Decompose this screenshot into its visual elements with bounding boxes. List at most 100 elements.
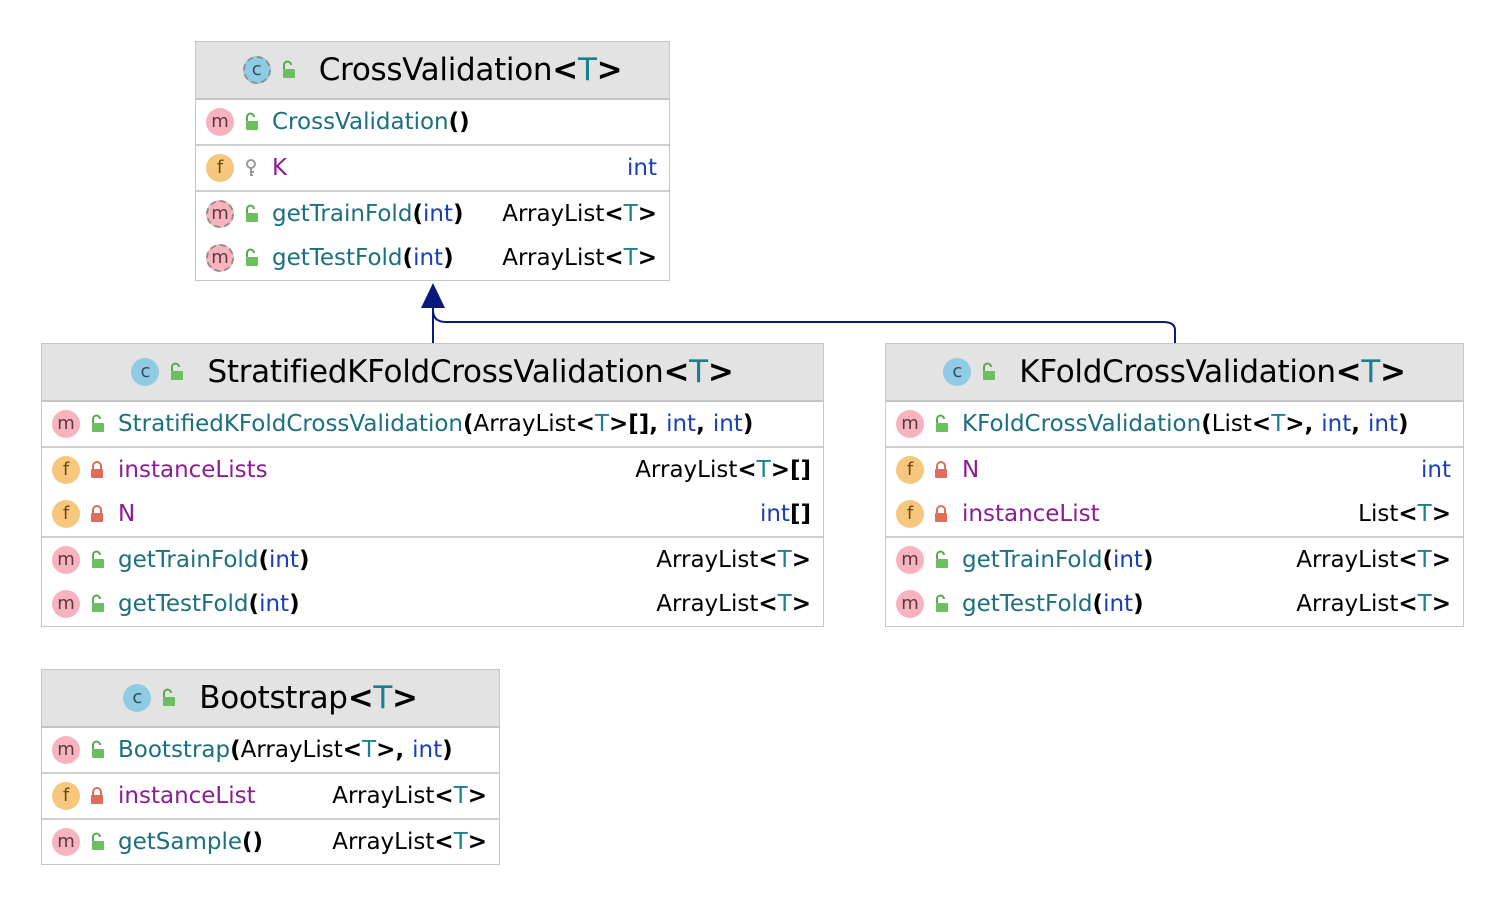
type-parameter: T <box>689 354 708 390</box>
method-icon: m <box>206 108 234 136</box>
method-row[interactable]: m getTestFold(int) ArrayList<T> <box>196 236 669 280</box>
method-row[interactable]: m KFoldCrossValidation(List<T>, int, int) <box>886 402 1463 446</box>
field-row[interactable]: f Kint <box>196 146 669 190</box>
member-parameters: (ArrayList<T>[], int, int) <box>463 411 754 437</box>
method-icon: m <box>52 736 80 764</box>
member-parameters: (List<T>, int, int) <box>1201 411 1409 437</box>
method-row[interactable]: m getTestFold(int) ArrayList<T> <box>42 582 823 626</box>
field-section: f instanceLists ArrayList<T>[] f Nint[] <box>42 448 823 538</box>
member-name: CrossValidation <box>272 109 449 135</box>
member-type: ArrayList<T>[] <box>635 457 811 483</box>
member-parameters: (ArrayList<T>, int) <box>230 737 453 763</box>
member-parameters: (int) <box>1102 547 1154 573</box>
class-header[interactable]: c Bootstrap<T> <box>42 670 499 728</box>
constructor-section: m CrossValidation() <box>196 100 669 146</box>
class-header[interactable]: c KFoldCrossValidation<T> <box>886 344 1463 402</box>
member-parameters: (int) <box>248 591 300 617</box>
visibility-icon <box>932 460 950 480</box>
method-row[interactable]: m StratifiedKFoldCrossValidation(ArrayLis… <box>42 402 823 446</box>
public-unlock-icon <box>92 740 104 758</box>
class-icon: c <box>943 358 972 386</box>
visibility-icon <box>242 204 260 224</box>
member-name: getTrainFold <box>272 201 413 227</box>
visibility-icon <box>88 550 106 570</box>
public-unlock-icon <box>246 204 258 222</box>
field-icon: f <box>206 154 234 182</box>
member-parameters: () <box>242 829 264 855</box>
method-icon: m <box>896 546 924 574</box>
field-section: f Kint <box>196 146 669 192</box>
field-row[interactable]: f instanceList List<T> <box>886 492 1463 536</box>
member-name: getTrainFold <box>118 547 259 573</box>
visibility-icon <box>88 414 106 434</box>
type-parameter: T <box>1361 354 1380 390</box>
method-icon: m <box>52 590 80 618</box>
class-title: StratifiedKFoldCrossValidation<T> <box>207 354 734 390</box>
public-unlock-icon <box>92 414 104 432</box>
public-unlock-icon <box>282 60 295 78</box>
visibility-icon <box>979 362 997 382</box>
member-signature: instanceLists <box>118 457 635 483</box>
member-signature: Bootstrap(ArrayList<T>, int) <box>118 737 487 763</box>
public-unlock-icon <box>92 550 104 568</box>
member-name: N <box>118 501 136 527</box>
visibility-icon <box>88 786 106 806</box>
field-section: f instanceList ArrayList<T> <box>42 774 499 820</box>
field-row[interactable]: f instanceLists ArrayList<T>[] <box>42 448 823 492</box>
class-name: KFoldCrossValidation <box>1019 354 1336 390</box>
method-icon: m <box>52 410 80 438</box>
method-section: m getTrainFold(int) ArrayList<T> m getTestFo… <box>42 538 823 626</box>
member-parameters: (int) <box>402 245 454 271</box>
member-type: ArrayList<T> <box>656 547 811 573</box>
visibility-icon <box>159 688 177 708</box>
private-lock-icon <box>935 505 947 522</box>
public-unlock-icon <box>936 414 948 432</box>
method-row[interactable]: m getSample() ArrayList<T> <box>42 820 499 864</box>
field-row[interactable]: f Nint[] <box>42 492 823 536</box>
member-signature: getTestFold(int) <box>962 591 1296 617</box>
class-stratifiedkfoldcrossvalidation[interactable]: c StratifiedKFoldCrossValidation<T> m Strat… <box>41 343 824 627</box>
method-row[interactable]: m CrossValidation() <box>196 100 669 144</box>
member-name: getTestFold <box>272 245 403 271</box>
class-header[interactable]: c StratifiedKFoldCrossValidation<T> <box>42 344 823 402</box>
field-row[interactable]: f Nint <box>886 448 1463 492</box>
method-row[interactable]: m getTrainFold(int) ArrayList<T> <box>886 538 1463 582</box>
package-key-icon <box>246 159 256 176</box>
type-parameter: T <box>577 52 597 88</box>
class-bootstrap[interactable]: c Bootstrap<T> m Bootstrap(ArrayList<T>, in… <box>41 669 500 865</box>
public-unlock-icon <box>936 594 948 612</box>
field-icon: f <box>896 500 924 528</box>
member-signature: K <box>272 155 627 181</box>
member-signature: CrossValidation() <box>272 109 657 135</box>
member-type: ArrayList<T> <box>1296 547 1451 573</box>
visibility-icon <box>932 594 950 614</box>
visibility-icon <box>932 550 950 570</box>
visibility-icon <box>88 740 106 760</box>
member-type: int <box>627 155 657 181</box>
private-lock-icon <box>91 787 103 804</box>
visibility-icon <box>242 158 260 178</box>
class-crossvalidation[interactable]: c CrossValidation<T> m CrossValidation() f Ki… <box>195 41 670 281</box>
field-row[interactable]: f instanceList ArrayList<T> <box>42 774 499 818</box>
member-name: getTestFold <box>962 591 1093 617</box>
field-icon: f <box>52 500 80 528</box>
visibility-icon <box>242 248 260 268</box>
public-unlock-icon <box>936 550 948 568</box>
member-name: getSample <box>118 829 243 855</box>
class-kfoldcrossvalidation[interactable]: c KFoldCrossValidation<T> m KFoldCrossValid… <box>885 343 1464 627</box>
member-signature: KFoldCrossValidation(List<T>, int, int) <box>962 411 1451 437</box>
method-row[interactable]: m getTestFold(int) ArrayList<T> <box>886 582 1463 626</box>
class-icon: c <box>131 358 160 386</box>
private-lock-icon <box>91 505 103 522</box>
method-row[interactable]: m Bootstrap(ArrayList<T>, int) <box>42 728 499 772</box>
visibility-icon <box>88 504 106 524</box>
member-name: KFoldCrossValidation <box>962 411 1202 437</box>
member-name: instanceList <box>962 501 1100 527</box>
member-name: getTestFold <box>118 591 249 617</box>
method-row[interactable]: m getTrainFold(int) ArrayList<T> <box>196 192 669 236</box>
method-row[interactable]: m getTrainFold(int) ArrayList<T> <box>42 538 823 582</box>
class-header[interactable]: c CrossValidation<T> <box>196 42 669 100</box>
inheritance-arrowhead <box>421 283 445 308</box>
private-lock-icon <box>91 461 103 478</box>
visibility-icon <box>88 460 106 480</box>
